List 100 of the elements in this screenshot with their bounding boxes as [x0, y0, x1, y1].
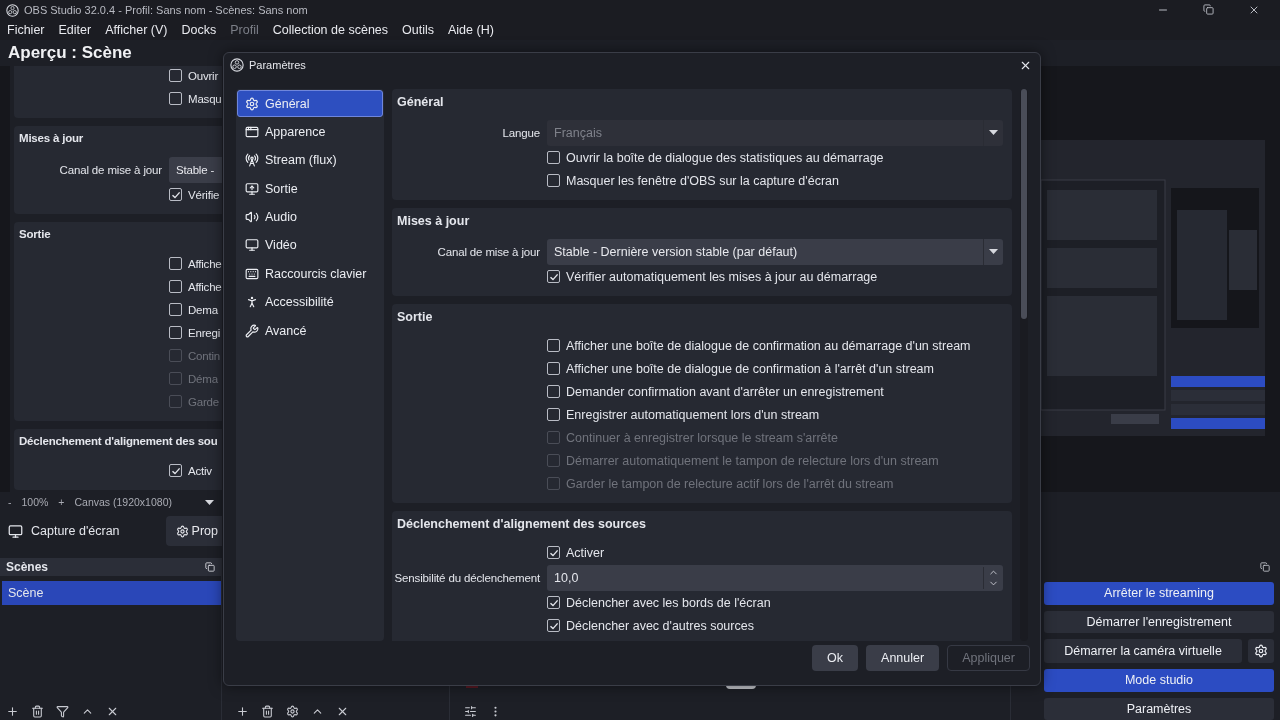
- checkbox-label: Garde: [188, 395, 219, 408]
- source-name: Capture d'écran: [31, 524, 121, 538]
- dialog-button[interactable]: Annuler: [866, 645, 940, 671]
- checkbox[interactable]: [547, 270, 560, 283]
- scene-item[interactable]: Scène: [2, 581, 221, 605]
- group-title: Général: [396, 95, 445, 111]
- preview-title: Aperçu : Scène: [8, 43, 132, 63]
- window-icon: [245, 124, 259, 139]
- checkbox[interactable]: [547, 362, 560, 375]
- properties-button[interactable]: Prop: [165, 516, 222, 546]
- dialog-button[interactable]: Ok: [812, 645, 859, 671]
- checkbox-label: Déclencher avec les bords de l'écran: [566, 595, 771, 610]
- checkbox-label: Activ: [188, 464, 212, 477]
- control-button[interactable]: Mode studio: [1044, 669, 1274, 692]
- menu-item[interactable]: Collection de scènes: [272, 23, 389, 37]
- checkbox-label: Vérifie: [188, 188, 220, 201]
- checkbox-label: Afficher une boîte de dialogue de confirmation à l'arrêt d'un stream: [566, 361, 934, 376]
- nav-item[interactable]: Accessibilité: [237, 288, 383, 316]
- canvas-size[interactable]: Canvas (1920x1080): [74, 496, 195, 508]
- group-title: Sortie: [396, 310, 434, 326]
- caret-icon[interactable]: [205, 499, 214, 505]
- window-title: OBS Studio 32.0.4 - Profil: Sans nom - Scènes: Sans nom: [24, 4, 309, 16]
- field-label: Sensibilité du déclenchement: [394, 571, 540, 584]
- close-icon[interactable]: [1248, 4, 1260, 16]
- menu-item[interactable]: Afficher (V): [105, 23, 168, 37]
- undock-icon[interactable]: [205, 562, 215, 572]
- nav-item[interactable]: Apparence: [237, 118, 383, 146]
- gear-icon[interactable]: [286, 704, 299, 718]
- scrollbar[interactable]: [1020, 89, 1028, 641]
- field-label: Canal de mise à jour: [59, 163, 162, 176]
- gear-icon: [245, 96, 259, 111]
- nav-item[interactable]: Audio: [237, 203, 383, 231]
- checkbox[interactable]: [169, 69, 182, 82]
- checkbox[interactable]: [169, 280, 182, 293]
- dropdown[interactable]: Stable - Dernière version stable (par défaut): [547, 238, 1003, 265]
- control-button[interactable]: Paramètres: [1044, 697, 1274, 720]
- menu-item[interactable]: Editer: [58, 23, 92, 37]
- monitor-icon: [245, 238, 259, 253]
- checkbox[interactable]: [547, 174, 560, 187]
- control-button[interactable]: Démarrer la caméra virtuelle: [1044, 639, 1242, 663]
- gear-icon: [1254, 644, 1268, 658]
- checkbox[interactable]: [547, 151, 560, 164]
- add-icon[interactable]: [236, 704, 249, 718]
- keyboard-icon: [245, 266, 259, 281]
- screen-icon: [245, 181, 259, 196]
- menu-item[interactable]: Outils: [402, 23, 434, 37]
- checkbox[interactable]: [547, 408, 560, 421]
- undock-icon[interactable]: [1260, 562, 1270, 572]
- control-button[interactable]: Démarrer l'enregistrement: [1044, 610, 1274, 633]
- control-button[interactable]: Arrêter le streaming: [1044, 582, 1274, 605]
- menu-item[interactable]: Aide (H): [448, 23, 494, 37]
- checkbox-label: Masqu: [188, 92, 222, 105]
- checkbox-label: Continuer à enregistrer lorsque le stream s'arrête: [566, 430, 838, 445]
- wrench-icon: [245, 323, 259, 338]
- group-title: Mises à jour: [18, 132, 85, 146]
- zoom-level: 100%: [21, 496, 49, 508]
- checkbox[interactable]: [547, 385, 560, 398]
- checkbox[interactable]: [547, 596, 560, 609]
- checkbox[interactable]: [169, 188, 182, 201]
- scrollbar-thumb[interactable]: [1021, 89, 1027, 319]
- restore-icon[interactable]: [1203, 4, 1214, 15]
- zoom-out-button[interactable]: -: [8, 496, 12, 508]
- checkbox[interactable]: [169, 92, 182, 105]
- menu-item[interactable]: Fichier: [7, 23, 45, 37]
- group-title: Déclenchement d'alignement des sources: [396, 517, 647, 533]
- nav-item[interactable]: Général: [237, 90, 383, 117]
- filter-icon[interactable]: [56, 704, 69, 718]
- checkbox[interactable]: [547, 619, 560, 632]
- checkbox[interactable]: [169, 257, 182, 270]
- number-field[interactable]: 10,0: [547, 564, 1003, 591]
- zoom-in-button[interactable]: +: [58, 496, 65, 508]
- nav-item[interactable]: Vidéo: [237, 231, 383, 259]
- checkbox[interactable]: [547, 546, 560, 559]
- checkbox-label: Déma: [188, 372, 218, 385]
- trash-icon[interactable]: [31, 704, 44, 718]
- checkbox[interactable]: [169, 303, 182, 316]
- add-icon[interactable]: [6, 704, 19, 718]
- checkbox[interactable]: [169, 464, 182, 477]
- trash-icon[interactable]: [261, 704, 274, 718]
- checkbox-label: Dema: [188, 303, 218, 316]
- dialog-title: Paramètres: [249, 59, 307, 71]
- settings-button[interactable]: [1248, 639, 1274, 663]
- nav-item[interactable]: Sortie: [237, 175, 383, 203]
- checkbox-label: Déclencher avec d'autres sources: [566, 618, 754, 633]
- nav-item[interactable]: Avancé: [237, 317, 383, 345]
- checkbox-label: Ouvrir: [188, 69, 219, 82]
- nav-item[interactable]: Stream (flux): [237, 146, 383, 174]
- menu-item[interactable]: Docks: [181, 23, 217, 37]
- group-title: Sortie: [18, 228, 52, 242]
- checkbox[interactable]: [169, 326, 182, 339]
- dropdown[interactable]: Stable -: [169, 156, 222, 183]
- antenna-icon: [245, 153, 259, 168]
- checkbox-label: Masquer les fenêtre d'OBS sur la capture d'écran: [566, 173, 839, 188]
- checkbox-label: Affiche: [188, 280, 222, 293]
- group-title: Mises à jour: [396, 214, 471, 230]
- nav-item[interactable]: Raccourcis clavier: [237, 260, 383, 288]
- checkbox[interactable]: [547, 339, 560, 352]
- sliders-icon[interactable]: [464, 704, 477, 718]
- speaker-icon: [245, 210, 259, 225]
- checkbox-label: Garder le tampon de relecture actif lors de l'arrêt du stream: [566, 476, 894, 491]
